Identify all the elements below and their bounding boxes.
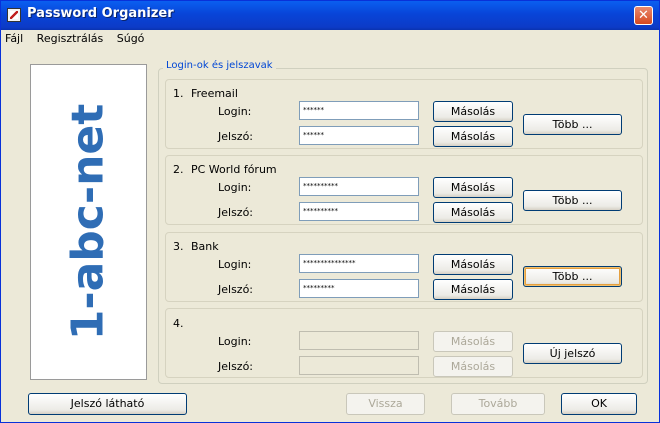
login-label: Login:: [218, 258, 252, 271]
copy-login-button[interactable]: Másolás: [433, 177, 513, 198]
password-label: Jelszó:: [218, 130, 254, 143]
copy-password-button[interactable]: Másolás: [433, 356, 513, 377]
login-field[interactable]: ******: [299, 101, 419, 120]
copy-login-button[interactable]: Másolás: [433, 331, 513, 352]
login-label: Login:: [218, 335, 252, 348]
title-bar[interactable]: Password Organizer ✕: [1, 1, 659, 30]
logo-text: 1-abc-net: [63, 104, 114, 341]
new-password-button[interactable]: Új jelszó: [523, 343, 622, 364]
password-organizer-window: Password Organizer ✕ Fájl Regisztrálás S…: [0, 0, 660, 423]
login-field[interactable]: **********: [299, 177, 419, 196]
entry-number: 3.: [173, 240, 184, 253]
menu-file[interactable]: Fájl: [5, 32, 23, 45]
entry-service: Freemail: [191, 87, 238, 100]
password-field[interactable]: **********: [299, 202, 419, 221]
entry-service: Bank: [191, 240, 219, 253]
next-button[interactable]: Tovább: [451, 393, 545, 415]
copy-login-button[interactable]: Másolás: [433, 101, 513, 122]
more-button[interactable]: Több ...: [523, 114, 622, 135]
password-field[interactable]: [299, 356, 419, 375]
menu-bar: Fájl Regisztrálás Súgó: [5, 32, 154, 50]
login-label: Login:: [218, 181, 252, 194]
app-icon: [7, 8, 21, 22]
group-title: Login-ok és jelszavak: [163, 60, 276, 71]
login-field[interactable]: [299, 331, 419, 350]
password-field[interactable]: *********: [299, 279, 419, 298]
abc-net-logo: 1-abc-net: [63, 104, 114, 341]
menu-register[interactable]: Regisztrálás: [37, 32, 104, 45]
logo-panel: 1-abc-net: [30, 64, 147, 380]
menu-help[interactable]: Súgó: [117, 32, 145, 45]
login-field[interactable]: ***************: [299, 254, 419, 273]
login-label: Login:: [218, 105, 252, 118]
entry-service: PC World fórum: [191, 163, 277, 176]
copy-password-button[interactable]: Másolás: [433, 126, 513, 147]
more-button[interactable]: Több ...: [523, 190, 622, 211]
password-label: Jelszó:: [218, 206, 254, 219]
copy-password-button[interactable]: Másolás: [433, 279, 513, 300]
window-title: Password Organizer: [27, 6, 174, 21]
more-button[interactable]: Több ...: [523, 266, 622, 287]
back-button[interactable]: Vissza: [346, 393, 425, 415]
entry-number: 4.: [173, 317, 184, 330]
close-button[interactable]: ✕: [634, 6, 653, 25]
password-field[interactable]: ******: [299, 126, 419, 145]
password-label: Jelszó:: [218, 283, 254, 296]
ok-button[interactable]: OK: [561, 393, 637, 415]
entry-number: 2.: [173, 163, 184, 176]
password-label: Jelszó:: [218, 360, 254, 373]
show-password-button[interactable]: Jelszó látható: [28, 393, 187, 415]
copy-password-button[interactable]: Másolás: [433, 202, 513, 223]
copy-login-button[interactable]: Másolás: [433, 254, 513, 275]
entry-number: 1.: [173, 87, 184, 100]
